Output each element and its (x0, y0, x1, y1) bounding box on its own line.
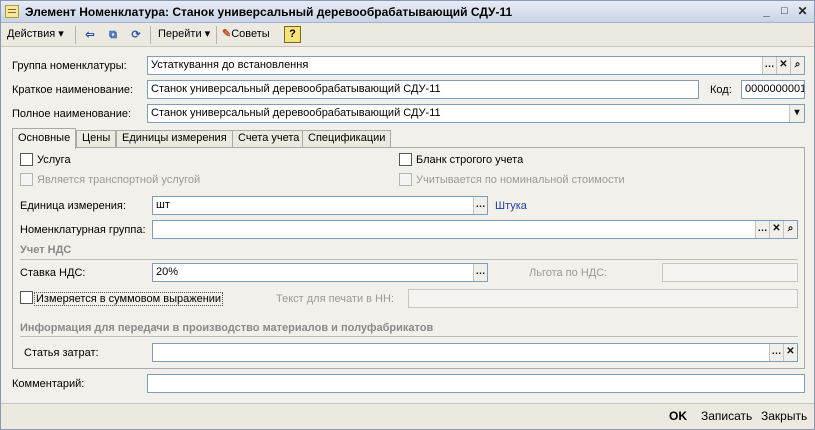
actions-menu-button[interactable]: Действия ▾ (7, 26, 64, 44)
actions-label: Действия (7, 28, 56, 40)
service-label: Услуга (37, 154, 71, 166)
cost-item-label: Статья затрат: (24, 347, 99, 359)
nominal-cost-label: Учитывается по номинальной стоимости (416, 174, 625, 186)
print-text-field[interactable] (408, 289, 798, 308)
sum-measure-checkbox[interactable] (20, 291, 33, 304)
print-text-label: Текст для печати в НН: (276, 293, 394, 305)
vat-benefit-label: Льгота по НДС: (529, 267, 608, 279)
toolbar-separator (75, 26, 76, 44)
save-button[interactable]: Записать (701, 409, 752, 423)
group-label: Группа номенклатуры: (12, 60, 127, 72)
window-title: Элемент Номенклатура: Станок универсальн… (25, 5, 513, 19)
tab-main[interactable]: Основные (12, 128, 77, 149)
unit-label: Единица измерения: (20, 200, 126, 212)
document-icon (5, 5, 19, 18)
open-search-icon[interactable]: ⌕ (783, 221, 797, 238)
toolbar-separator (216, 26, 217, 44)
vat-rate-label: Ставка НДС: (20, 267, 86, 279)
structure-icon[interactable]: ⧉ (104, 26, 122, 44)
strict-blank-label: Бланк строгого учета (416, 154, 524, 166)
title-bar: Элемент Номенклатура: Станок универсальн… (1, 1, 814, 23)
dropdown-arrow-icon: ▾ (58, 28, 64, 40)
comment-label: Комментарий: (12, 378, 85, 390)
select-button[interactable]: … (769, 344, 783, 361)
footer-bar: OK Записать Закрыть (1, 403, 814, 429)
open-search-icon[interactable]: ⌕ (790, 57, 804, 74)
code-value: 0000000001 (745, 83, 805, 95)
clear-icon[interactable]: ✕ (769, 221, 783, 238)
production-section-title: Информация для передачи в производство м… (20, 322, 434, 334)
tips-icon: ✎ (222, 28, 232, 40)
select-button[interactable]: … (762, 57, 776, 74)
unit-value: шт (156, 199, 170, 211)
group-field[interactable]: Устаткування до встановлення … ✕ ⌕ (147, 56, 805, 75)
transport-checkbox[interactable] (20, 173, 33, 186)
tab-specifications[interactable]: Спецификации (302, 130, 392, 147)
goto-menu-button[interactable]: Перейти ▾ (158, 26, 210, 44)
vat-benefit-field[interactable] (662, 263, 798, 282)
vat-rate-field[interactable]: 20% … (152, 263, 488, 282)
toolbar: Действия ▾ ⇦ ⧉ ⟳ Перейти ▾ ✎Советы ? (1, 23, 814, 47)
unit-link[interactable]: Штука (495, 200, 527, 212)
code-field[interactable]: 0000000001 (741, 80, 805, 99)
window: Элемент Номенклатура: Станок универсальн… (0, 0, 815, 430)
tab-units[interactable]: Единицы измерения (116, 130, 233, 147)
clear-icon[interactable]: ✕ (783, 344, 797, 361)
tips-label: Советы (231, 28, 270, 40)
help-icon[interactable]: ? (284, 26, 301, 43)
service-checkbox[interactable] (20, 153, 33, 166)
tab-prices[interactable]: Цены (76, 130, 117, 147)
clear-icon[interactable]: ✕ (776, 57, 790, 74)
chevron-down-icon[interactable]: ▾ (789, 105, 804, 122)
code-label: Код: (710, 84, 732, 96)
select-button[interactable]: … (473, 264, 487, 281)
nom-group-field[interactable]: … ✕ ⌕ (152, 220, 798, 239)
cost-item-field[interactable]: … ✕ (152, 343, 798, 362)
vat-rate-value: 20% (156, 266, 179, 278)
maximize-button[interactable]: □ (777, 4, 792, 19)
tab-accounts[interactable]: Счета учета (232, 130, 306, 147)
goto-label: Перейти (158, 28, 202, 40)
close-window-button[interactable]: ✕ (795, 4, 810, 19)
refresh-icon[interactable]: ⟳ (127, 26, 145, 44)
sum-measure-label: Измеряется в суммовом выражении (34, 292, 224, 306)
nominal-cost-checkbox[interactable] (399, 173, 412, 186)
select-button[interactable]: … (473, 197, 487, 214)
select-button[interactable]: … (755, 221, 769, 238)
full-name-value: Станок универсальный деревообрабатывающи… (151, 107, 441, 119)
toolbar-separator (150, 26, 151, 44)
full-name-field[interactable]: Станок универсальный деревообрабатывающи… (147, 104, 805, 123)
strict-blank-checkbox[interactable] (399, 153, 412, 166)
group-value: Устаткування до встановлення (151, 59, 309, 71)
section-divider (20, 259, 798, 260)
minimize-button[interactable]: _ (759, 4, 774, 19)
tips-button[interactable]: ✎Советы (222, 26, 270, 44)
short-name-value: Станок универсальный деревообрабатывающи… (151, 83, 441, 95)
short-name-field[interactable]: Станок универсальный деревообрабатывающи… (147, 80, 699, 99)
ok-button[interactable]: OK (669, 409, 687, 423)
short-name-label: Краткое наименование: (12, 84, 134, 96)
unit-field[interactable]: шт … (152, 196, 488, 215)
dropdown-arrow-icon: ▾ (204, 28, 211, 40)
comment-field[interactable] (147, 374, 805, 393)
vat-section-title: Учет НДС (20, 244, 72, 256)
close-button[interactable]: Закрыть (761, 409, 807, 423)
full-name-label: Полное наименование: (12, 108, 132, 120)
arrow-left-icon[interactable]: ⇦ (81, 26, 99, 44)
transport-label: Является транспортной услугой (37, 174, 201, 186)
nom-group-label: Номенклатурная группа: (20, 224, 146, 236)
section-divider (20, 336, 798, 337)
